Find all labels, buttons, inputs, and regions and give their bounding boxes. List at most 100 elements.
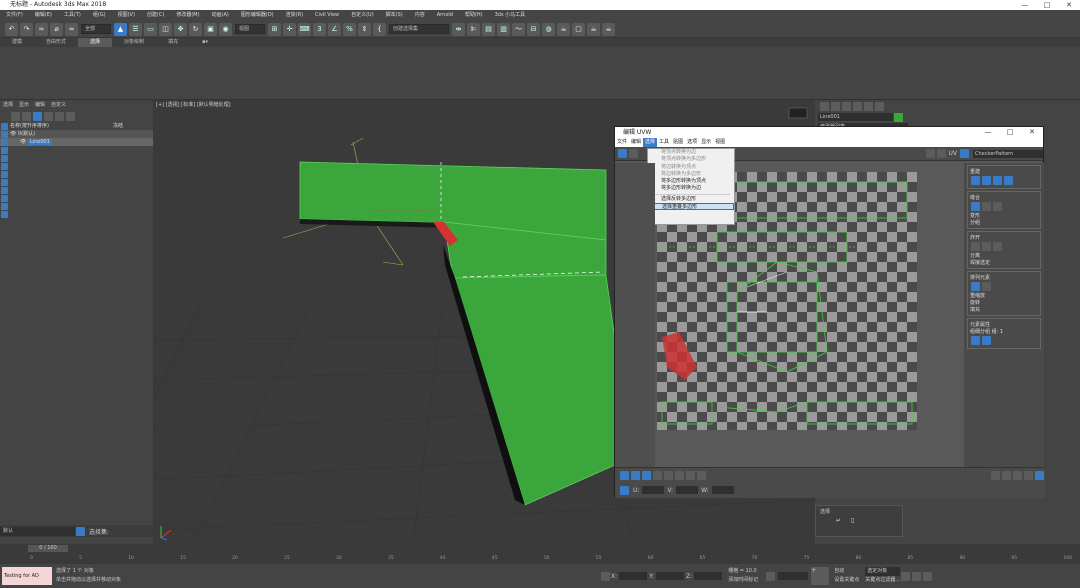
menu-scripting[interactable]: 脚本(S) — [380, 10, 409, 21]
vertex-subobject-icon[interactable] — [620, 471, 629, 480]
add-time-tag[interactable]: 添加时间标记 — [728, 576, 758, 585]
layer-manager-icon[interactable] — [76, 526, 85, 536]
redo-icon[interactable]: ↷ — [20, 22, 33, 36]
scene-item-layer[interactable]: 👁 0(默认) — [0, 130, 153, 138]
lock-selection-icon[interactable] — [991, 471, 1000, 480]
display-helpers-icon[interactable] — [1, 155, 8, 162]
rollout-title[interactable]: 排列元素 — [970, 274, 1038, 281]
arrange-option-label[interactable]: 重缩放 — [970, 292, 1038, 299]
menu-item-select-overlapped[interactable]: 选择重叠多边形 — [648, 203, 734, 211]
select-rotate-icon[interactable]: ↻ — [189, 22, 202, 36]
rendered-frame-icon[interactable]: ▢ — [572, 22, 585, 36]
display-shapes-icon[interactable] — [1, 131, 8, 138]
spinner-snap-icon[interactable]: ⇕ — [358, 22, 371, 36]
grow-icon[interactable] — [664, 471, 673, 480]
select-manipulate-icon[interactable]: ✛ — [283, 22, 296, 36]
tab-populate[interactable]: 填充 — [156, 38, 190, 47]
set-key-button[interactable]: 设置关键点 — [834, 576, 859, 585]
undo-icon[interactable]: ↶ — [5, 22, 18, 36]
object-color-swatch[interactable] — [894, 112, 903, 122]
checker-icon[interactable] — [936, 149, 946, 158]
tab-modeling[interactable]: 建模 — [0, 38, 34, 47]
z-coord-field[interactable] — [694, 572, 723, 580]
select-object-icon[interactable]: ▲ — [114, 22, 127, 36]
grid-icon[interactable] — [925, 149, 935, 158]
utilities-tab-icon[interactable] — [875, 101, 884, 111]
uv-maximize-button[interactable]: □ — [999, 127, 1021, 137]
display-hidden-icon[interactable] — [1, 211, 8, 218]
placement-icon[interactable]: ◉ — [219, 22, 232, 36]
vertex-mode-icon[interactable]: ↵ — [836, 517, 841, 524]
display-frozen-icon[interactable] — [1, 203, 8, 210]
zoom-extents-icon[interactable] — [1035, 471, 1044, 480]
select-filter-icon[interactable] — [33, 111, 42, 121]
u-field[interactable] — [642, 486, 665, 494]
modify-tab-icon[interactable] — [831, 101, 840, 111]
relax-icon[interactable] — [1004, 176, 1013, 185]
poly-subobject-icon[interactable] — [642, 471, 651, 480]
maxscript-listener[interactable]: Testing for AD — [2, 567, 52, 585]
maximize-button[interactable]: □ — [1036, 0, 1058, 10]
pan-icon[interactable] — [1002, 471, 1011, 480]
absolute-mode-icon[interactable] — [620, 485, 629, 495]
pack-custom-icon[interactable] — [982, 282, 991, 291]
select-scale-icon[interactable]: ▣ — [204, 22, 217, 36]
rollout-title[interactable]: 选择 — [816, 506, 902, 517]
display-groups-icon[interactable] — [1, 171, 8, 178]
explorer-menu-display[interactable]: 显示 — [16, 100, 32, 110]
render-setup-icon[interactable]: ☕ — [557, 22, 570, 36]
search-icon[interactable] — [22, 111, 31, 121]
ring-icon[interactable] — [697, 471, 706, 480]
menu-customize[interactable]: 自定义(U) — [345, 10, 380, 21]
straighten-icon[interactable] — [993, 176, 1002, 185]
ungroup-icon[interactable] — [982, 336, 991, 345]
checker-pattern-dropdown[interactable]: CheckerPattern — [973, 149, 1043, 158]
play-icon[interactable] — [912, 571, 921, 581]
explorer-menu-edit[interactable]: 编辑 — [32, 100, 48, 110]
menu-plugin-tools[interactable]: 3ds 小马工具 — [489, 10, 532, 21]
uv-menu-file[interactable]: 文件 — [615, 138, 629, 147]
menu-content[interactable]: 内容 — [409, 10, 431, 21]
display-geometry-icon[interactable] — [1, 123, 8, 130]
explorer-menu-select[interactable]: 选择 — [0, 100, 16, 110]
uv-mode-label[interactable]: UV — [947, 150, 960, 157]
motion-tab-icon[interactable] — [853, 101, 862, 111]
menu-view[interactable]: 视图(V) — [112, 10, 141, 21]
w-field[interactable] — [711, 486, 734, 494]
angle-snap-icon[interactable]: ∠ — [328, 22, 341, 36]
x-coord-field[interactable] — [619, 572, 648, 580]
explode-option-label[interactable]: 分离 — [970, 252, 1038, 259]
arrange-option-label[interactable]: 旋转 — [970, 299, 1038, 306]
rotate-icon[interactable] — [629, 149, 638, 158]
menu-item-select-inverted[interactable]: 选择反转多边形 — [648, 196, 734, 203]
tab-freeform[interactable]: 自由形式 — [34, 38, 78, 47]
display-cameras-icon[interactable] — [1, 147, 8, 154]
uv-menu-display[interactable]: 显示 — [699, 138, 713, 147]
auto-key-button[interactable]: 自动 — [834, 567, 859, 576]
show-map-icon[interactable] — [960, 149, 969, 158]
menu-item-edge-to-vertex[interactable]: 将边转换为顶点 — [648, 164, 734, 171]
selected-dropdown[interactable]: 选定对象 — [865, 567, 900, 576]
render-production-icon[interactable]: ☕ — [587, 22, 600, 36]
hierarchy-tab-icon[interactable] — [842, 101, 851, 111]
material-editor-icon[interactable]: ◍ — [542, 22, 555, 36]
current-frame-field[interactable] — [778, 572, 809, 580]
toggle-ribbon-icon[interactable]: ▥ — [497, 22, 510, 36]
uv-menu-edit[interactable]: 编辑 — [629, 138, 643, 147]
curve-editor-icon[interactable]: 〜 — [512, 22, 525, 36]
close-button[interactable]: ✕ — [1058, 0, 1080, 10]
menu-arnold[interactable]: Arnold — [431, 10, 459, 21]
layer-name[interactable]: 默认 — [0, 526, 75, 536]
set-key-big-icon[interactable]: + — [811, 567, 830, 585]
menu-rendering[interactable]: 渲染(R) — [280, 10, 309, 21]
menu-item-poly-to-edge[interactable]: 将多边形转换为边 — [648, 185, 734, 192]
align-u-icon[interactable] — [971, 176, 980, 185]
eye-icon[interactable]: 👁 — [20, 139, 26, 145]
column-frozen-header[interactable]: 冻结 — [113, 122, 123, 130]
menu-modifiers[interactable]: 修改器(M) — [170, 10, 205, 21]
filter-icon[interactable] — [11, 111, 20, 121]
align-v-icon[interactable] — [982, 176, 991, 185]
display-spacewarps-icon[interactable] — [1, 163, 8, 170]
break-icon[interactable] — [971, 242, 980, 251]
flatten-icon[interactable] — [993, 242, 1002, 251]
